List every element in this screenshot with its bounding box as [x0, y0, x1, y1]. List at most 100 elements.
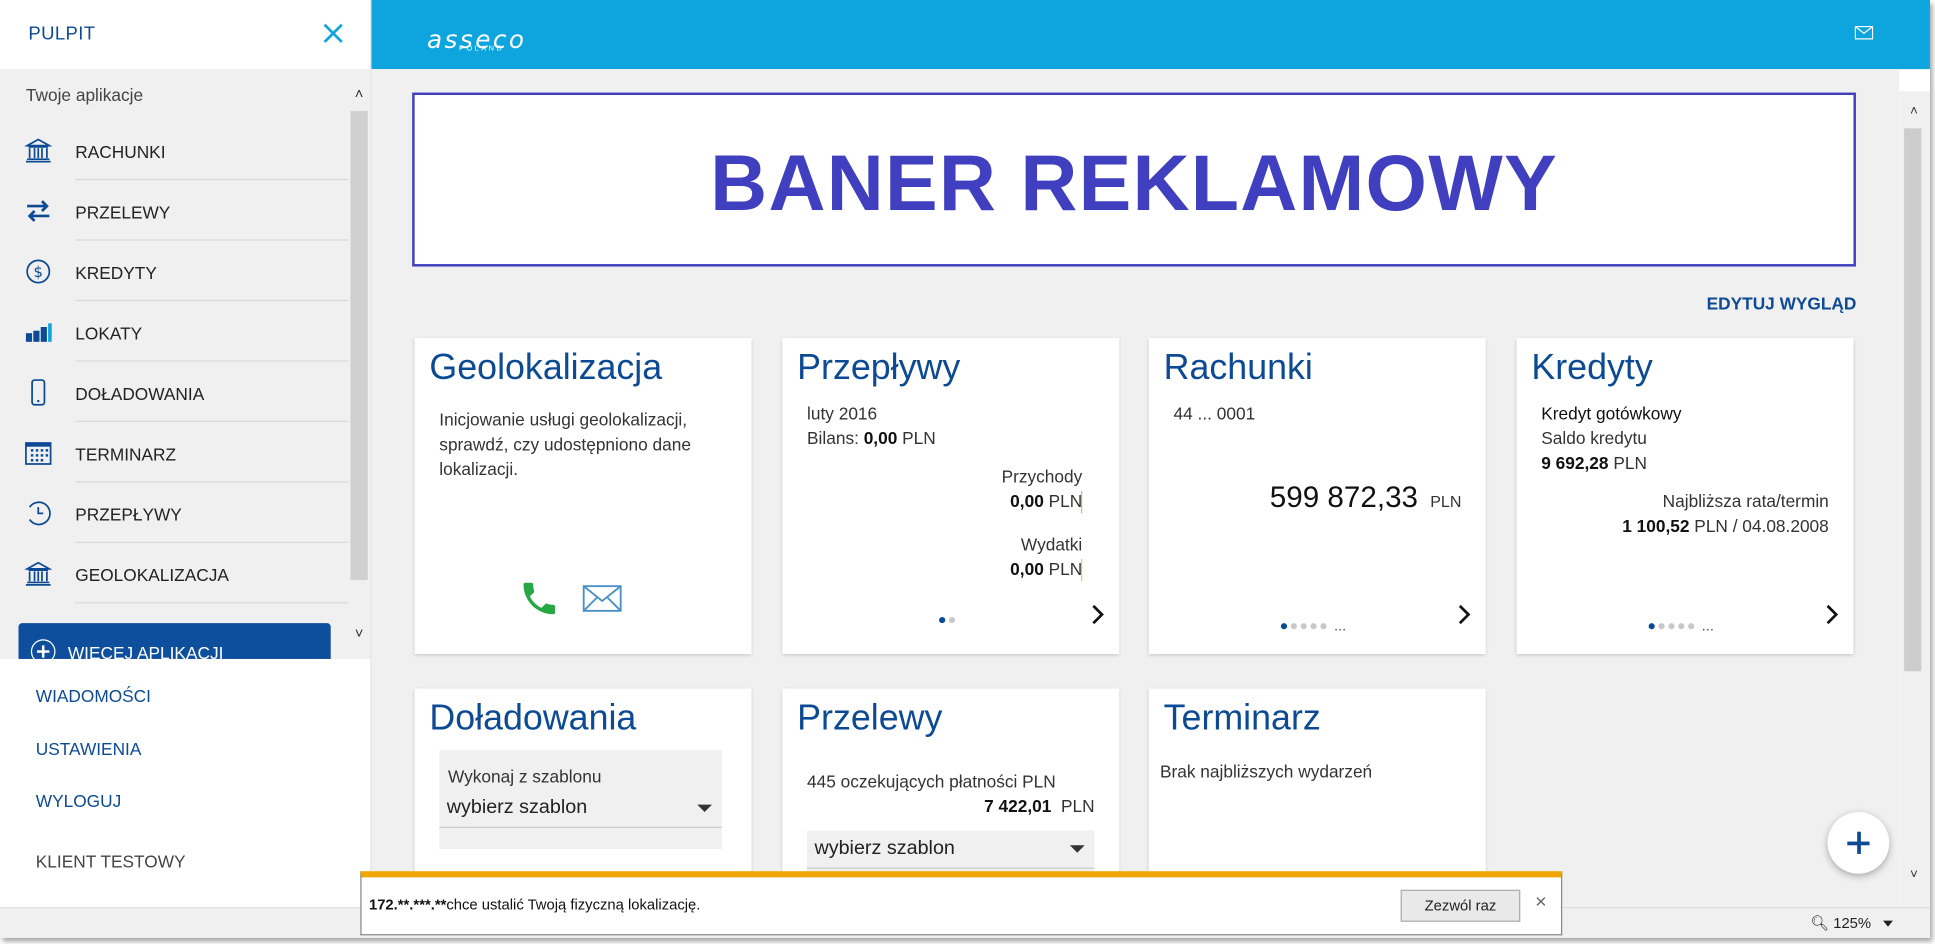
- clock-icon: [28, 501, 51, 526]
- scroll-down-icon[interactable]: ˅: [350, 624, 367, 641]
- add-widget-button[interactable]: [1827, 811, 1890, 874]
- scroll-up-icon[interactable]: ˄: [350, 85, 367, 102]
- more-apps-button[interactable]: WIĘCEJ APLIKACJI: [18, 623, 331, 661]
- chevron-right-icon[interactable]: [1457, 603, 1472, 625]
- currency: PLN: [1048, 559, 1083, 579]
- zoom-dropdown-icon[interactable]: [1883, 920, 1893, 927]
- logo-subtitle: POLAND: [459, 45, 505, 54]
- messages-link[interactable]: WIADOMOŚCI: [36, 686, 151, 706]
- currency: PLN: [1060, 795, 1095, 816]
- currency: PLN: [1613, 452, 1647, 473]
- widget-cash-flows[interactable]: Przepływy luty 2016 Bilans: 0,00 PLN Prz…: [782, 338, 1120, 655]
- template-select[interactable]: wybierz szablon: [807, 830, 1095, 869]
- banner-text: BANER REKLAMOWY: [710, 138, 1558, 228]
- pager-dot[interactable]: [1658, 622, 1665, 629]
- close-icon[interactable]: [321, 20, 346, 47]
- pager-dot[interactable]: [1688, 622, 1695, 629]
- sidebar-scrollbar[interactable]: [350, 111, 368, 580]
- sidebar-item-terminarz[interactable]: TERMINARZ: [0, 422, 348, 483]
- pager-dot[interactable]: [1280, 622, 1288, 629]
- income-value: 0,00: [1010, 491, 1044, 511]
- scroll-down-icon[interactable]: ˅: [1907, 868, 1922, 883]
- template-box: Wykonaj z szablonu wybierz szablon: [439, 750, 722, 849]
- phone-icon[interactable]: [518, 578, 560, 620]
- close-icon[interactable]: ×: [1535, 893, 1547, 913]
- pending-amount: 7 422,01 PLN: [984, 796, 1094, 816]
- sidebar-item-kredyty[interactable]: $ KREDYTY: [0, 241, 348, 302]
- currency: PLN: [902, 428, 936, 448]
- pager-dot[interactable]: [1310, 622, 1317, 629]
- sidebar-item-doladowania[interactable]: DOŁADOWANIA: [0, 362, 348, 423]
- pager-dots[interactable]: [939, 617, 956, 624]
- chevron-right-icon[interactable]: [1091, 603, 1106, 625]
- page-scrollbar[interactable]: ˄ ˅: [1899, 91, 1930, 907]
- pending-payments: 445 oczekujących płatności PLN: [807, 771, 1056, 791]
- mail-icon[interactable]: [1854, 25, 1874, 40]
- bank-icon: [24, 138, 52, 163]
- sidebar-item-label: LOKATY: [75, 323, 143, 344]
- sidebar-item-przeplywy[interactable]: PRZEPŁYWY: [0, 482, 348, 543]
- pager-dot[interactable]: [1320, 622, 1327, 629]
- allow-once-button[interactable]: Zezwól raz: [1400, 889, 1521, 922]
- next-installment-date: PLN / 04.08.2008: [1694, 515, 1829, 536]
- income-label: Przychody: [1001, 466, 1083, 487]
- widget-title: Doładowania: [429, 698, 637, 738]
- widget-geolocation[interactable]: Geolokalizacja Inicjowanie usługi geolok…: [414, 338, 752, 655]
- pager-dot[interactable]: [948, 617, 956, 624]
- widget-accounts[interactable]: Rachunki 44 ... 0001 599 872,33 PLN ...: [1148, 338, 1486, 655]
- sidebar-title[interactable]: PULPIT: [28, 23, 95, 44]
- divider: [75, 602, 348, 604]
- pager-dot[interactable]: [1668, 622, 1675, 629]
- chevron-right-icon[interactable]: [1825, 603, 1840, 625]
- account-balance: 599 872,33: [1269, 481, 1419, 515]
- coins-icon: [25, 323, 52, 342]
- logout-link[interactable]: WYLOGUJ: [36, 791, 121, 811]
- scrollbar-thumb[interactable]: [1904, 128, 1922, 672]
- pager-dots[interactable]: ...: [1648, 617, 1714, 634]
- sidebar-item-rachunki[interactable]: RACHUNKI: [0, 120, 348, 181]
- account-number: 44 ... 0001: [1173, 403, 1256, 424]
- dollar-icon: $: [26, 259, 51, 284]
- sidebar-item-geolokalizacja[interactable]: GEOLOKALIZACJA: [0, 543, 348, 604]
- sidebar-item-label: TERMINARZ: [75, 444, 177, 464]
- transfer-arrows-icon: [27, 200, 50, 222]
- sidebar-item-label: GEOLOKALIZACJA: [75, 565, 229, 585]
- sidebar-item-przelewy[interactable]: PRZELEWY: [0, 180, 348, 241]
- pager-dot[interactable]: [1290, 622, 1297, 629]
- sidebar-item-label: KREDYTY: [75, 262, 157, 283]
- pager-dot[interactable]: [1300, 622, 1307, 629]
- permission-message: 172.**.***.**chce ustalić Twoją fizyczną…: [369, 896, 700, 913]
- sidebar-header: PULPIT: [0, 0, 370, 69]
- calendar-icon: [25, 442, 52, 465]
- widget-credits[interactable]: Kredyty Kredyt gotówkowy Saldo kredytu 9…: [1516, 338, 1854, 655]
- zoom-level[interactable]: 🔍︎ 125%: [1810, 914, 1871, 931]
- chevron-down-icon: [697, 804, 713, 812]
- template-select[interactable]: wybierz szablon: [439, 790, 722, 829]
- plus-circle-icon: [30, 639, 56, 661]
- widget-title: Przepływy: [797, 347, 961, 388]
- permission-text: chce ustalić Twoją fizyczną lokalizację.: [446, 895, 701, 914]
- scroll-up-icon[interactable]: ˄: [1907, 104, 1922, 119]
- flows-period: luty 2016: [807, 403, 878, 424]
- pager-dot[interactable]: [1648, 622, 1655, 629]
- expense-amount: 0,00 PLN: [1010, 559, 1082, 579]
- currency: PLN: [1048, 491, 1083, 511]
- credit-name: Kredyt gotówkowy: [1541, 403, 1682, 424]
- logo: asseco POLAND: [427, 25, 527, 55]
- pager-dot[interactable]: [1678, 622, 1685, 629]
- settings-link[interactable]: USTAWIENIA: [36, 739, 142, 759]
- pager-dots[interactable]: ...: [1280, 617, 1346, 634]
- pending-amount-value: 7 422,01: [984, 795, 1052, 816]
- expense-label: Wydatki: [1020, 534, 1083, 555]
- pager-dot[interactable]: [939, 617, 946, 624]
- ad-banner[interactable]: BANER REKLAMOWY: [412, 92, 1856, 267]
- browser-window: PULPIT Twoje aplikacje ˄ ˅ RACHUNKI PRZE…: [0, 0, 1930, 938]
- next-installment-value: 1 100,52: [1622, 515, 1690, 536]
- email-icon[interactable]: [582, 585, 622, 612]
- edit-layout-link[interactable]: EDYTUJ WYGLĄD: [1707, 294, 1857, 314]
- sidebar-item-label: PRZELEWY: [75, 202, 171, 223]
- svg-text:$: $: [34, 264, 43, 281]
- apps-header: Twoje aplikacje: [25, 85, 144, 105]
- sidebar-item-lokaty[interactable]: LOKATY: [0, 301, 348, 362]
- flows-balance: Bilans: 0,00 PLN: [807, 428, 936, 448]
